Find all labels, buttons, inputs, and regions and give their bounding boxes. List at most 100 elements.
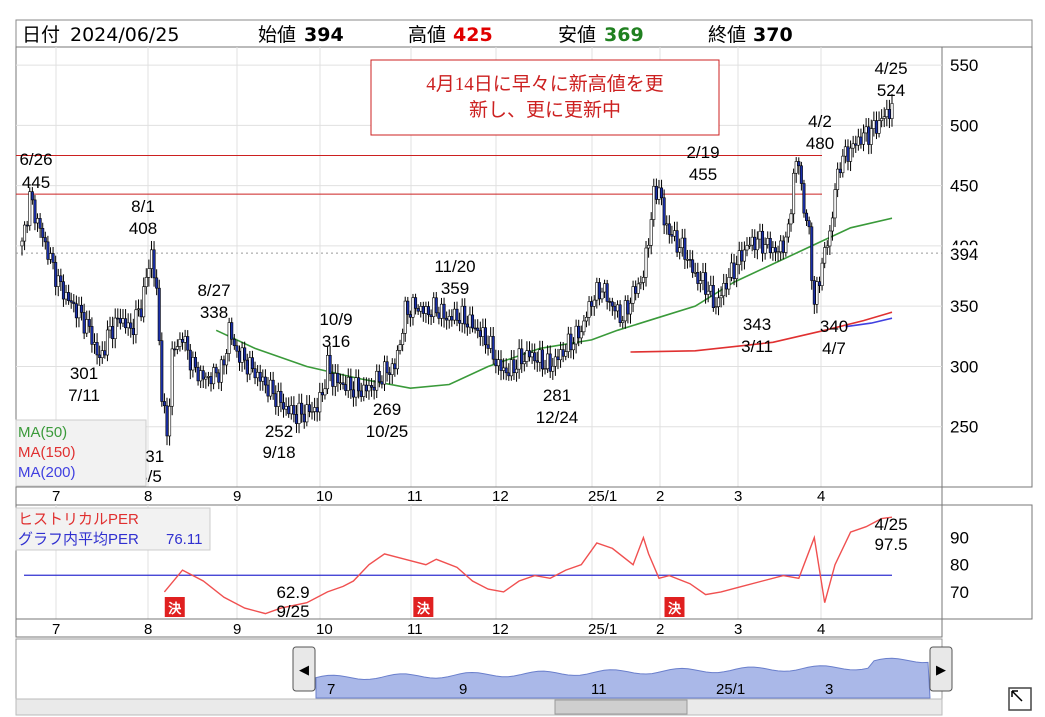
- candle-body: [401, 333, 405, 345]
- candle-body: [100, 350, 104, 358]
- candle-body: [206, 376, 210, 378]
- candle-body: [766, 238, 770, 245]
- x-tick-label: 8: [144, 488, 152, 505]
- candle-body: [499, 359, 503, 371]
- candle-body: [243, 347, 247, 361]
- candle-body: [561, 349, 565, 357]
- candle-body: [543, 368, 547, 370]
- annotation-value: 301: [70, 364, 98, 383]
- candle-body: [735, 264, 739, 280]
- legend-ma150: MA(150): [18, 444, 76, 461]
- candle-body: [175, 346, 179, 350]
- chart-canvas: 日付 2024/06/25 始値 394 高値 425 安値 369 終値 37…: [15, 19, 1033, 716]
- candle-body: [300, 402, 304, 415]
- scrollbar-track[interactable]: [15, 698, 943, 716]
- candle-body: [887, 109, 891, 119]
- annotation-value: 524: [877, 81, 905, 100]
- candle-body: [714, 306, 718, 308]
- annotation-value: 281: [543, 386, 571, 405]
- candle-body: [872, 120, 876, 129]
- candle-body: [556, 356, 560, 361]
- candle-body: [613, 305, 617, 312]
- candle-body: [768, 238, 772, 254]
- candle-body: [393, 363, 397, 370]
- candle-body: [134, 309, 138, 335]
- candle-body: [87, 319, 91, 327]
- navigator-label: 3: [825, 681, 833, 698]
- x-tick-label: 2: [656, 488, 664, 505]
- per-annotation-date: 4/25: [874, 515, 907, 534]
- candle-body: [362, 384, 366, 397]
- candle-body: [121, 318, 125, 324]
- candle-body: [657, 187, 661, 200]
- candle-body: [745, 245, 749, 251]
- open-label: 始値: [258, 24, 296, 46]
- candle-body: [564, 351, 568, 357]
- candle-body: [626, 300, 630, 315]
- candle-body: [486, 344, 490, 349]
- scrollbar-thumb[interactable]: [554, 699, 688, 715]
- candle-body: [105, 329, 109, 356]
- candle-body: [289, 405, 293, 415]
- chart-window: 日付 2024/06/25 始値 394 高値 425 安値 369 終値 37…: [0, 0, 1045, 717]
- candle-body: [212, 367, 216, 385]
- candle-body: [717, 297, 721, 307]
- candle-body: [98, 354, 102, 358]
- annotation-value: 408: [129, 219, 157, 238]
- candle-body: [287, 406, 291, 415]
- candle-body: [116, 317, 120, 320]
- candle-body: [530, 352, 534, 358]
- annotation-date: 8/1: [131, 197, 155, 216]
- candle-body: [761, 230, 765, 254]
- candle-body: [748, 244, 752, 247]
- x-tick-label: 12: [492, 488, 509, 505]
- annotation-date: 2/19: [686, 143, 719, 162]
- candle-body: [722, 283, 726, 297]
- candle-body: [476, 327, 480, 331]
- candle-body: [574, 325, 578, 345]
- candle-body: [445, 317, 449, 321]
- x-tick-label: 2: [656, 621, 664, 638]
- candle-body: [186, 336, 190, 351]
- candle-body: [483, 327, 487, 346]
- candle-body: [129, 322, 133, 329]
- legend-avg-per: グラフ内平均PER: [18, 531, 139, 548]
- candle-body: [173, 348, 177, 351]
- candle-body: [235, 345, 239, 352]
- left-arrow-icon[interactable]: ◀: [299, 662, 309, 677]
- candle-body: [802, 183, 806, 214]
- candle-body: [416, 308, 420, 312]
- x-tick-label: 10: [316, 621, 333, 638]
- candle-body: [665, 223, 669, 226]
- candle-body: [786, 223, 790, 238]
- candle-body: [137, 308, 141, 311]
- candle-body: [522, 361, 526, 365]
- annotation-date: 10/25: [366, 422, 409, 441]
- candle-body: [538, 349, 542, 363]
- candle-body: [432, 297, 436, 317]
- candle-body: [569, 333, 573, 351]
- right-arrow-icon[interactable]: ▶: [936, 662, 946, 677]
- candle-body: [551, 365, 555, 372]
- candle-body: [794, 161, 798, 174]
- candle-body: [504, 367, 508, 374]
- candle-body: [201, 370, 205, 380]
- candle-body: [157, 287, 161, 342]
- candle-body: [263, 376, 267, 386]
- candle-body: [209, 376, 213, 385]
- annotation-date: 10/9: [319, 310, 352, 329]
- candle-body: [647, 245, 651, 249]
- high-value: 425: [453, 24, 493, 46]
- candle-body: [579, 331, 583, 339]
- resize-icon[interactable]: [1008, 687, 1032, 711]
- candle-body: [256, 371, 260, 379]
- candle-body: [810, 226, 814, 281]
- candle-body: [880, 118, 884, 121]
- annotation-date: 4/2: [808, 112, 832, 131]
- candle-body: [846, 146, 850, 162]
- candle-body: [111, 326, 115, 340]
- candle-body: [408, 314, 412, 318]
- candle-body: [660, 187, 664, 199]
- candle-body: [38, 218, 42, 229]
- annotation-value: 252: [265, 422, 293, 441]
